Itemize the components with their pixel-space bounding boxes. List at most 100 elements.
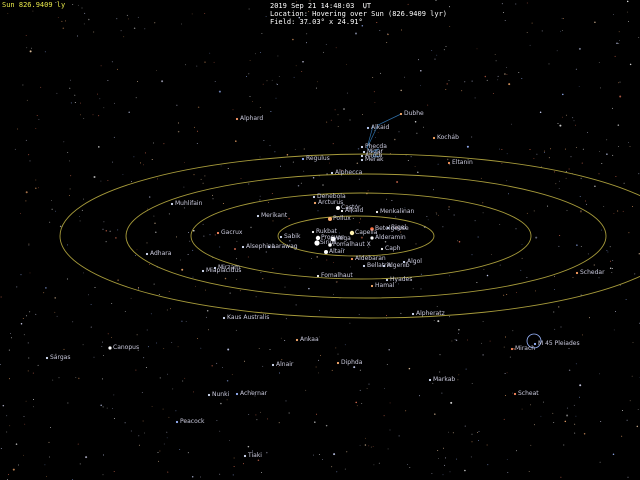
star-label-tiaki[interactable]: Tiaki <box>248 452 262 459</box>
star-label-ankaa[interactable]: Ankaa <box>300 336 319 343</box>
star-caph[interactable] <box>380 247 384 251</box>
star-alioth[interactable] <box>360 154 364 158</box>
star-label-merak[interactable]: Merak <box>365 156 384 163</box>
star-aldebaran[interactable] <box>350 257 354 261</box>
star-label-altair[interactable]: Altair <box>329 248 345 255</box>
star-eltanin[interactable] <box>447 161 451 165</box>
star-label-kochab[interactable]: Kochab <box>437 134 459 141</box>
star-sirius[interactable] <box>314 240 320 246</box>
star-bellatrix[interactable] <box>362 264 366 268</box>
star-schedar[interactable] <box>575 271 579 275</box>
orbit-ring-inner <box>277 215 435 257</box>
star-label-merikant[interactable]: Merikant <box>261 212 287 219</box>
star-achernar[interactable] <box>235 392 239 396</box>
star-hyades[interactable] <box>385 278 389 282</box>
star-alphecca[interactable] <box>330 171 334 175</box>
star-alsephina[interactable] <box>241 245 245 249</box>
star-arcturus[interactable] <box>313 201 317 205</box>
star-label-gacrux[interactable]: Gacrux <box>221 229 242 236</box>
star-label-alnair[interactable]: Alnair <box>276 361 293 368</box>
star-label-dubhe[interactable]: Dubhe <box>404 110 424 117</box>
star-label-nunki[interactable]: Nunki <box>212 391 229 398</box>
star-sabik[interactable] <box>279 235 283 239</box>
star-hamal[interactable] <box>370 284 374 288</box>
background-star <box>471 254 473 256</box>
star-phecda[interactable] <box>360 145 364 149</box>
star-miaplacidus[interactable] <box>201 269 205 273</box>
star-label-alsephina[interactable]: Alsephina <box>246 243 275 250</box>
star-label-menkalinan[interactable]: Menkalinan <box>380 208 414 215</box>
star-label-alderamin[interactable]: Alderamin <box>375 234 406 241</box>
star-label-pollux[interactable]: Pollux <box>333 215 351 222</box>
background-star <box>386 41 388 43</box>
star-canopus[interactable] <box>108 346 112 350</box>
star-sargas[interactable] <box>45 356 49 360</box>
star-label-aldebaran[interactable]: Aldebaran <box>355 255 386 262</box>
star-label-caph[interactable]: Caph <box>385 245 400 252</box>
star-label-hamal[interactable]: Hamal <box>375 282 394 289</box>
star-dubhe[interactable] <box>399 112 403 116</box>
background-star <box>450 401 453 404</box>
star-altair[interactable] <box>324 250 328 254</box>
star-scheat[interactable] <box>513 392 517 396</box>
star-label-eltanin[interactable]: Eltanin <box>452 159 473 166</box>
star-fomalhaut[interactable] <box>316 274 320 278</box>
star-regulus[interactable] <box>301 157 305 161</box>
star-merikant[interactable] <box>256 214 260 218</box>
star-label-mirzam[interactable]: Mirzam <box>218 264 240 271</box>
star-label-fomalhaut_x[interactable]: Fomalhaut X <box>333 241 371 248</box>
star-ankaa[interactable] <box>295 338 299 342</box>
star-alderamin[interactable] <box>370 236 374 240</box>
background-star <box>603 206 605 208</box>
star-label-alphard[interactable]: Alphard <box>240 115 263 122</box>
star-diphda[interactable] <box>336 361 340 365</box>
star-muhlifain[interactable] <box>170 202 174 206</box>
star-label-arcturus[interactable]: Arcturus <box>318 199 343 206</box>
star-label-sargas[interactable]: Sargas <box>50 354 70 361</box>
star-menkalinan[interactable] <box>375 210 379 214</box>
star-gacrux[interactable] <box>216 231 220 235</box>
star-label-mirach[interactable]: Mirach <box>515 345 535 352</box>
star-denebola[interactable] <box>312 195 316 199</box>
star-label-markab[interactable]: Markab <box>433 376 455 383</box>
star-label-kaus_australis[interactable]: Kaus Australis <box>227 314 269 321</box>
star-label-muhlifain[interactable]: Muhlifain <box>175 200 202 207</box>
star-label-alphecca[interactable]: Alphecca <box>335 169 362 176</box>
star-procyon_group[interactable] <box>311 230 315 234</box>
star-peacock[interactable] <box>175 420 179 424</box>
star-label-alkaid[interactable]: Alkaid <box>371 124 389 131</box>
star-label-diphda[interactable]: Diphda <box>341 359 362 366</box>
star-label-fomalhaut[interactable]: Fomalhaut <box>321 272 353 279</box>
star-label-peacock[interactable]: Peacock <box>180 418 205 425</box>
star-label-adhara[interactable]: Adhara <box>150 250 171 257</box>
background-star <box>248 8 250 10</box>
star-pollux[interactable] <box>328 217 332 221</box>
star-merak[interactable] <box>360 158 364 162</box>
star-label-larawag[interactable]: Larawag <box>272 243 298 250</box>
star-label-alkaid2[interactable]: Alkaid <box>345 207 363 214</box>
star-alphard[interactable] <box>235 117 239 121</box>
star-label-canopus[interactable]: Canopus <box>113 344 139 351</box>
star-label-sabik[interactable]: Sabik <box>284 233 300 240</box>
star-adhara[interactable] <box>145 252 149 256</box>
star-alpheratz[interactable] <box>411 312 415 316</box>
star-label-alpheratz[interactable]: Alpheratz <box>416 310 445 317</box>
star-alkaid[interactable] <box>366 126 370 130</box>
star-tiaki[interactable] <box>243 454 247 458</box>
star-label-m45[interactable]: M 45 Pleiades <box>538 340 580 347</box>
background-star <box>135 255 137 257</box>
star-markab[interactable] <box>428 378 432 382</box>
star-castor[interactable] <box>336 206 340 210</box>
background-star <box>266 451 268 454</box>
star-alnair[interactable] <box>271 363 275 367</box>
star-label-achernar[interactable]: Achernar <box>240 390 267 397</box>
star-kaus_australis[interactable] <box>222 316 226 320</box>
star-label-bellatrix_r[interactable]: Rigel <box>391 224 406 231</box>
star-label-schedar[interactable]: Schedar <box>580 269 605 276</box>
star-label-regulus[interactable]: Regulus <box>306 155 330 162</box>
star-label-algol[interactable]: Algol <box>407 258 422 265</box>
star-mirach[interactable] <box>510 347 514 351</box>
star-kochab[interactable] <box>432 136 436 140</box>
star-nunki[interactable] <box>207 393 211 397</box>
star-label-scheat[interactable]: Scheat <box>518 390 539 397</box>
